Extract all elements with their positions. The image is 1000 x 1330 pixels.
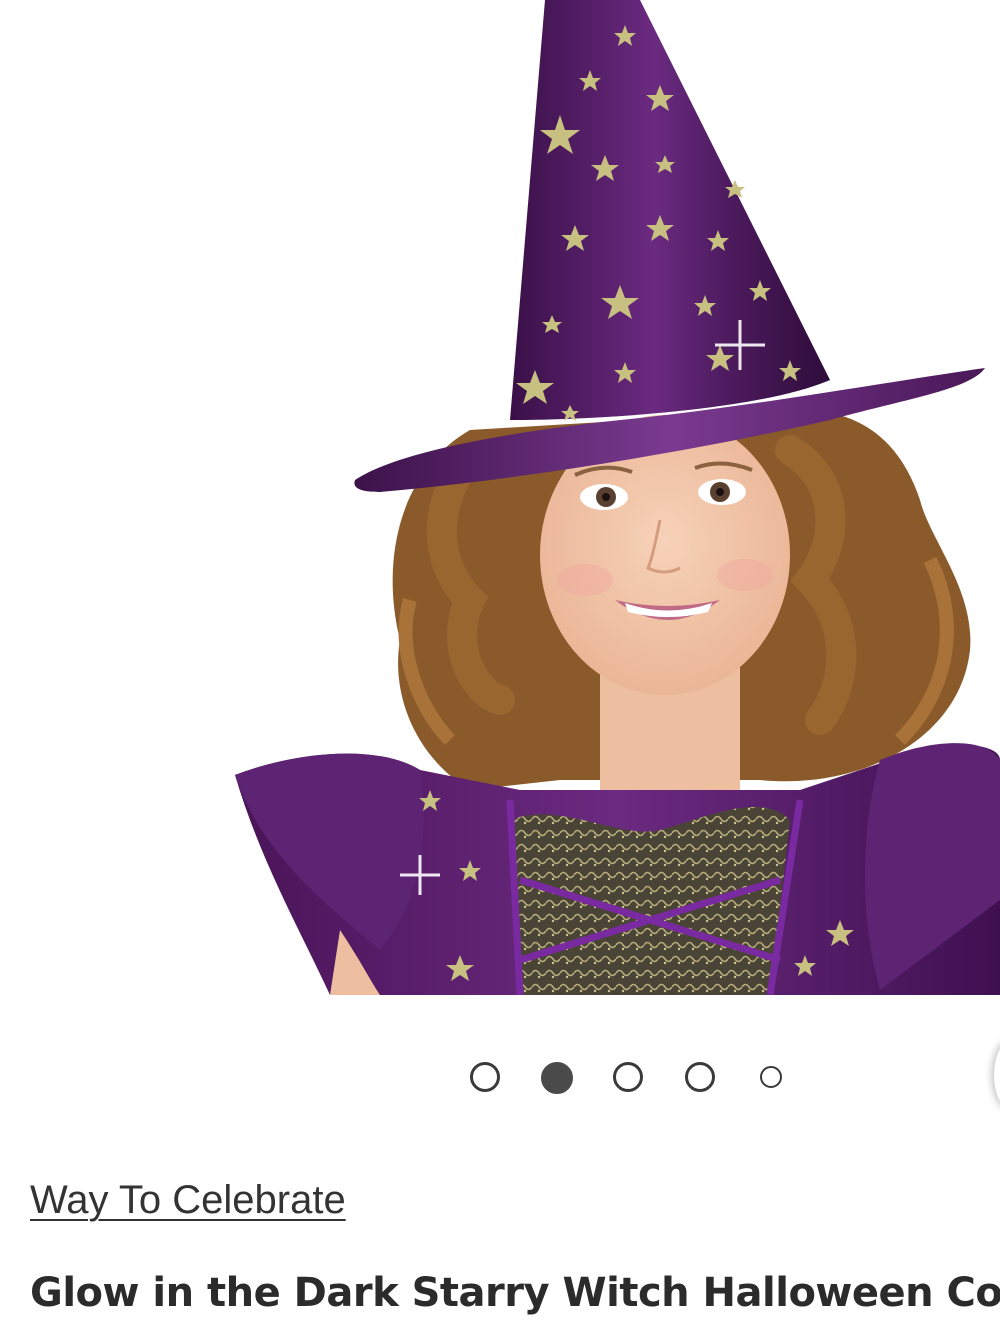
brand-link[interactable]: Way To Celebrate [30, 1178, 346, 1223]
carousel-dot-5[interactable] [760, 1066, 782, 1088]
carousel-dot-4[interactable] [685, 1062, 715, 1092]
carousel-pagination [0, 1058, 1000, 1098]
carousel-next-button[interactable] [994, 1040, 1000, 1110]
product-title: Glow in the Dark Starry Witch Halloween … [30, 1270, 1000, 1316]
witch-costume-illustration [235, 0, 1000, 995]
product-image[interactable] [0, 0, 1000, 995]
carousel-dot-3[interactable] [613, 1062, 643, 1092]
carousel-dot-2-active[interactable] [541, 1062, 573, 1094]
carousel-dot-1[interactable] [470, 1062, 500, 1092]
